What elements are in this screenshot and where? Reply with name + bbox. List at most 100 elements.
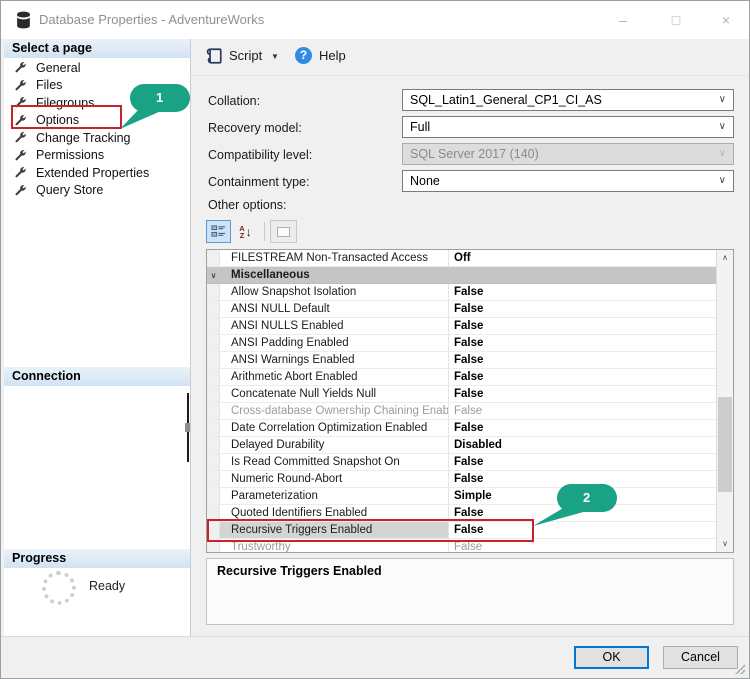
maximize-icon[interactable]: □ bbox=[659, 7, 693, 33]
wrench-icon bbox=[14, 61, 27, 74]
row-margin bbox=[207, 250, 220, 266]
row-margin bbox=[207, 301, 220, 317]
database-icon bbox=[15, 11, 32, 29]
row-margin bbox=[207, 386, 220, 402]
wrench-icon bbox=[14, 79, 27, 92]
sidebar-item-label: Extended Properties bbox=[36, 166, 149, 180]
scroll-down-icon[interactable]: ∨ bbox=[717, 536, 733, 552]
progress-header: Progress bbox=[4, 549, 190, 568]
grid-row-filestream[interactable]: FILESTREAM Non-Transacted Access Off bbox=[207, 250, 716, 267]
sidebar-item-label: Files bbox=[36, 78, 62, 92]
other-options-label: Other options: bbox=[208, 198, 287, 212]
sidebar-item-label: General bbox=[36, 61, 80, 75]
progress-spinner-icon bbox=[42, 571, 76, 605]
dialog-toolbar: Script ▼ ? Help bbox=[191, 39, 750, 76]
property-pages-icon bbox=[277, 227, 290, 237]
select-a-page-header: Select a page bbox=[4, 39, 190, 58]
callout-bubble-icon bbox=[529, 483, 621, 529]
alphabetical-sort-button[interactable]: AZ ↓ bbox=[233, 220, 258, 243]
grid-row-concatenate-null[interactable]: Concatenate Null Yields Null False bbox=[207, 386, 716, 403]
grid-row-date-correlation[interactable]: Date Correlation Optimization Enabled Fa… bbox=[207, 420, 716, 437]
recovery-model-label: Recovery model: bbox=[208, 121, 302, 135]
callout-number: 1 bbox=[156, 90, 163, 105]
sidebar-item-general[interactable]: General bbox=[4, 59, 190, 77]
ok-button[interactable]: OK bbox=[574, 646, 649, 669]
help-button[interactable]: Help bbox=[319, 48, 346, 63]
grid-row-ansi-warnings-enabled[interactable]: ANSI Warnings Enabled False bbox=[207, 352, 716, 369]
compatibility-level-combobox: SQL Server 2017 (140) ∨ bbox=[402, 143, 734, 165]
collation-label: Collation: bbox=[208, 94, 260, 108]
row-margin bbox=[207, 284, 220, 300]
grid-rows: FILESTREAM Non-Transacted Access Off ∨ M… bbox=[207, 250, 716, 552]
combo-value: Full bbox=[410, 120, 430, 134]
categorized-icon bbox=[211, 224, 226, 239]
compatibility-level-label: Compatibility level: bbox=[208, 148, 312, 162]
splitter-handle bbox=[185, 423, 190, 432]
grid-row-arithmetic-abort-enabled[interactable]: Arithmetic Abort Enabled False bbox=[207, 369, 716, 386]
title-bar: Database Properties - AdventureWorks – □… bbox=[1, 1, 749, 39]
chevron-down-icon: ∨ bbox=[719, 144, 726, 164]
wrench-icon bbox=[14, 166, 27, 179]
options-property-grid: FILESTREAM Non-Transacted Access Off ∨ M… bbox=[206, 249, 734, 553]
grid-row-ansi-null-default[interactable]: ANSI NULL Default False bbox=[207, 301, 716, 318]
script-dropdown-icon[interactable]: ▼ bbox=[271, 52, 279, 61]
grid-row-parameterization[interactable]: Parameterization Simple bbox=[207, 488, 716, 505]
resize-grip[interactable] bbox=[735, 664, 745, 674]
grid-row-delayed-durability[interactable]: Delayed Durability Disabled bbox=[207, 437, 716, 454]
wrench-icon bbox=[14, 131, 27, 144]
row-margin bbox=[207, 488, 220, 504]
sidebar-item-label: Query Store bbox=[36, 183, 103, 197]
combo-value: None bbox=[410, 174, 440, 188]
connection-header: Connection bbox=[4, 367, 190, 386]
containment-type-label: Containment type: bbox=[208, 175, 309, 189]
combo-value: SQL_Latin1_General_CP1_CI_AS bbox=[410, 93, 602, 107]
footer-separator bbox=[1, 636, 749, 637]
help-icon[interactable]: ? bbox=[295, 47, 312, 64]
recursive-triggers-highlight-box bbox=[207, 519, 534, 542]
description-title: Recursive Triggers Enabled bbox=[217, 564, 382, 578]
grid-row-numeric-round-abort[interactable]: Numeric Round-Abort False bbox=[207, 471, 716, 488]
property-pages-button-disabled bbox=[270, 220, 297, 243]
chevron-down-icon: ∨ bbox=[719, 171, 726, 191]
grid-row-cross-database-chaining: Cross-database Ownership Chaining Enable… bbox=[207, 403, 716, 420]
grid-row-ansi-nulls-enabled[interactable]: ANSI NULLS Enabled False bbox=[207, 318, 716, 335]
minimize-icon[interactable]: – bbox=[606, 7, 640, 33]
sidebar-item-extended-properties[interactable]: Extended Properties bbox=[4, 164, 190, 182]
grid-row-read-committed-snapshot[interactable]: Is Read Committed Snapshot On False bbox=[207, 454, 716, 471]
row-margin bbox=[207, 471, 220, 487]
sidebar-item-label: Permissions bbox=[36, 148, 104, 162]
recovery-model-combobox[interactable]: Full ∨ bbox=[402, 116, 734, 138]
collation-combobox[interactable]: SQL_Latin1_General_CP1_CI_AS ∨ bbox=[402, 89, 734, 111]
categorized-view-button[interactable] bbox=[206, 220, 231, 243]
row-margin bbox=[207, 369, 220, 385]
grid-scrollbar[interactable]: ∧ ∨ bbox=[716, 250, 733, 552]
sidebar-item-query-store[interactable]: Query Store bbox=[4, 182, 190, 200]
script-button[interactable]: Script bbox=[229, 48, 262, 63]
sidebar-item-label: Change Tracking bbox=[36, 131, 131, 145]
callout-number: 2 bbox=[583, 490, 590, 505]
wrench-icon bbox=[14, 149, 27, 162]
chevron-down-icon: ∨ bbox=[719, 90, 726, 110]
grid-row-allow-snapshot-isolation[interactable]: Allow Snapshot Isolation False bbox=[207, 284, 716, 301]
sidebar-item-permissions[interactable]: Permissions bbox=[4, 147, 190, 165]
grid-category-miscellaneous[interactable]: ∨ Miscellaneous bbox=[207, 267, 716, 284]
database-properties-dialog: Database Properties - AdventureWorks – □… bbox=[0, 0, 750, 679]
script-icon bbox=[205, 47, 223, 65]
sort-arrow-icon: ↓ bbox=[246, 225, 252, 239]
property-description-panel: Recursive Triggers Enabled bbox=[206, 558, 734, 625]
containment-type-combobox[interactable]: None ∨ bbox=[402, 170, 734, 192]
cancel-button[interactable]: Cancel bbox=[663, 646, 738, 669]
callout-step-1: 1 bbox=[119, 83, 199, 131]
scrollbar-thumb[interactable] bbox=[718, 397, 732, 492]
close-icon[interactable]: × bbox=[709, 7, 743, 33]
progress-status: Ready bbox=[89, 579, 125, 593]
sidebar-item-change-tracking[interactable]: Change Tracking bbox=[4, 129, 190, 147]
scroll-up-icon[interactable]: ∧ bbox=[717, 250, 733, 266]
sort-az-icon: AZ bbox=[239, 225, 244, 239]
row-margin bbox=[207, 318, 220, 334]
row-margin bbox=[207, 352, 220, 368]
grid-row-ansi-padding-enabled[interactable]: ANSI Padding Enabled False bbox=[207, 335, 716, 352]
combo-value: SQL Server 2017 (140) bbox=[410, 147, 539, 161]
callout-step-2: 2 bbox=[529, 483, 621, 529]
collapse-chevron-icon[interactable]: ∨ bbox=[207, 267, 220, 283]
